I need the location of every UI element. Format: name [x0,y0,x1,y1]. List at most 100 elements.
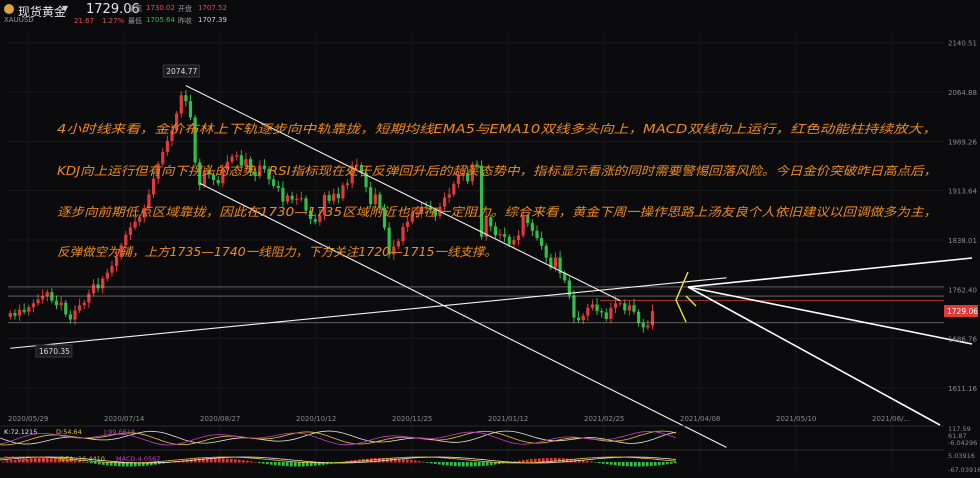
macd-bar [222,458,225,463]
candle-body [235,155,239,157]
macd-dea-value: DEA:-16.4410 [60,455,105,463]
macd-bar [270,462,273,465]
macd-bar [234,459,237,463]
candle-body [341,185,345,199]
annotation-line-3: 逐步向前期低点区域靠拢，因此在1730—1735区域附近也存在一定阻力。综合来看… [57,205,937,219]
candle-body [327,195,331,201]
candle-body [41,296,45,300]
macd-bar [262,462,265,464]
x-tick-label: 2020/10/12 [296,415,336,423]
candle-body [59,302,63,306]
horizontal-levels [8,286,944,324]
candle-body [632,305,636,312]
prev-close-label: 昨收 [178,17,192,25]
candle-body [151,178,156,195]
macd-bar [602,462,605,464]
candle-body [586,307,590,316]
candle-body [276,185,280,188]
macd-bar [478,462,481,467]
candle-body [295,198,299,200]
candle-body [507,236,511,245]
macd-bar [454,462,457,467]
macd-bar [254,461,257,463]
macd-bar [294,462,297,467]
candle-body [503,234,507,237]
candle-body [110,266,114,273]
y-tick-label: 1838.01 [948,237,977,245]
candle-body [406,221,410,227]
forecast-arrow [675,299,687,323]
candle-body [641,322,645,328]
macd-bar [534,458,537,463]
y-tick-label: 2064.88 [948,89,977,97]
open-label: 开盘 [178,5,192,13]
macd-bar [226,458,229,463]
macd-bar [194,458,197,463]
macd-bar [50,458,53,463]
indicator-tick-label: -67.03916 [948,466,980,474]
candle-body [188,101,193,118]
macd-bar [450,462,453,466]
trendline-upper-channel [185,85,621,302]
candle-body [553,257,558,268]
candle-body [595,304,599,312]
projection-arrow [687,286,973,345]
y-tick-label: 1686.76 [948,336,977,344]
price-change: 21.67 [74,17,95,25]
macd-bar [462,462,465,467]
macd-bar [426,462,429,463]
macd-bar [586,460,589,463]
candle-body [623,303,627,311]
price-tag-label: 1729.06 [947,307,978,316]
macd-bar [622,462,625,466]
candle-body [133,221,137,228]
candle-body [618,303,622,305]
macd-dif-value: DIF:-14.4126 [4,455,46,463]
candle-body [332,193,336,201]
candle-body [54,300,59,306]
candle-body [345,183,350,186]
kdj-line [0,430,677,446]
macd-bar [486,462,489,466]
indicator-panes: K:72.1215 D:54.64 J:99.6618 DIF:-14.4126 DEA… [0,425,980,474]
macd-bar [522,460,525,463]
candle-body [64,302,68,315]
candle-body [17,309,22,316]
candle-body [544,245,548,258]
trendline-support-rising [10,277,727,349]
candle-body [36,299,40,304]
candle-body [637,311,641,323]
macd-bar [642,462,645,467]
y-tick-label: 1762.40 [948,286,977,294]
macd-bar [550,458,553,463]
macd-bar [430,462,433,464]
macd-bar [422,461,425,463]
y-tick-label: 1989.26 [948,138,977,146]
candle-body [91,284,96,294]
chart-header: 现货黄金 ▼ XAUUSD 1729.06 21.67 1.27% 最高 173… [0,0,260,30]
macd-bar [610,462,613,465]
candle-body [68,314,72,320]
candle-body [401,226,405,242]
low-value: 1705.64 [146,16,175,24]
macd-bar [446,462,449,466]
candle-body [272,179,276,186]
macd-bar [598,462,601,464]
trendlines [10,85,727,448]
gold-logo-icon [4,4,14,14]
macd-bar [526,459,529,463]
candle-body [184,95,188,102]
candle-body [8,313,12,317]
candle-body [650,311,655,326]
indicator-tick-label: 5.03916 [948,452,975,460]
annotation-line-1: 4小时线来看，金价布林上下轨逐步向中轨靠拢，短期均线EMA5与EMA10双线多头… [57,122,937,136]
x-tick-label: 2021/06/... [872,415,910,423]
candle-body [290,195,294,200]
chevron-down-icon[interactable]: ▼ [62,4,68,13]
x-tick-label: 2020/07/14 [104,415,145,423]
price-chart[interactable]: 2140.51 2064.88 1989.26 1913.64 1838.01 1762.… [0,0,980,478]
projection-arrows [675,257,973,426]
candle-body [78,305,82,311]
macd-bar [606,462,609,465]
macd-bar [402,459,405,463]
